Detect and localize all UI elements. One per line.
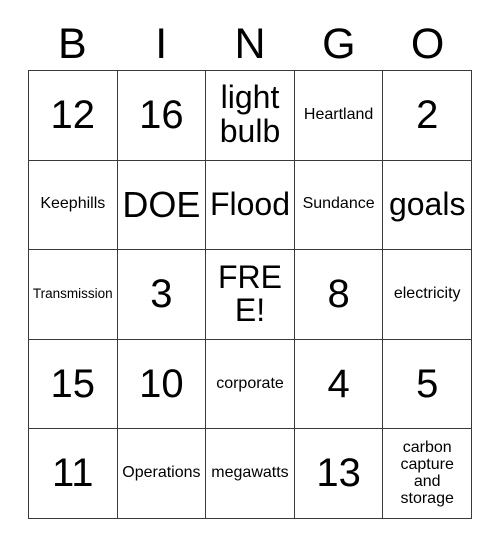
bingo-cell-b4[interactable]: 15	[29, 339, 118, 430]
bingo-cell-b2[interactable]: Keephills	[29, 160, 118, 251]
bingo-cell-o4[interactable]: 5	[383, 339, 472, 430]
bingo-cell-label: 4	[327, 361, 350, 406]
bingo-cell-label: 16	[139, 93, 184, 138]
bingo-header-letter-n: N	[234, 19, 266, 68]
bingo-cell-g2[interactable]: Sundance	[294, 160, 384, 251]
bingo-cell-o5[interactable]: carbon capture and storage	[383, 429, 472, 519]
bingo-free-space-label: FREE!	[217, 258, 282, 329]
bingo-grid: 12 16 light bulb Heartland 2 Keephills D…	[28, 70, 472, 519]
bingo-header-letter-g: G	[322, 19, 356, 68]
bingo-cell-b1[interactable]: 12	[29, 71, 118, 161]
bingo-cell-o1[interactable]: 2	[383, 71, 472, 161]
bingo-cell-label: goals	[388, 185, 466, 222]
bingo-cell-i3[interactable]: 3	[117, 250, 207, 340]
bingo-header-letter-i: I	[155, 19, 168, 68]
bingo-cell-g4[interactable]: 4	[294, 339, 384, 430]
bingo-cell-n5[interactable]: megawatts	[206, 429, 295, 519]
bingo-cell-i2[interactable]: DOE	[117, 160, 207, 251]
bingo-cell-label: Heartland	[303, 105, 374, 123]
bingo-header-letter-b: B	[58, 19, 87, 68]
bingo-cell-i1[interactable]: 16	[117, 71, 207, 161]
bingo-cell-free-space[interactable]: FREE!	[206, 250, 295, 340]
bingo-cell-label: DOE	[122, 183, 201, 225]
bingo-cell-b3[interactable]: Transmission	[29, 250, 118, 340]
bingo-cell-label: 8	[327, 272, 350, 317]
bingo-cell-label: Transmission	[32, 286, 113, 302]
bingo-cell-label: 15	[50, 361, 96, 406]
bingo-cell-label: 3	[150, 272, 173, 317]
bingo-cell-label: Flood	[209, 185, 291, 222]
bingo-cell-n4[interactable]: corporate	[206, 339, 295, 430]
bingo-header-letter-o: O	[410, 19, 445, 68]
bingo-cell-label: Operations	[122, 464, 201, 482]
bingo-cell-label: megawatts	[211, 464, 289, 482]
bingo-cell-i4[interactable]: 10	[117, 339, 207, 430]
bingo-header-row: B I N G O	[28, 18, 472, 70]
bingo-cell-label: Sundance	[302, 195, 375, 213]
bingo-cell-label: carbon capture and storage	[400, 438, 454, 507]
bingo-cell-label: 11	[52, 451, 94, 496]
bingo-cell-n2[interactable]: Flood	[206, 160, 295, 251]
bingo-cell-o2[interactable]: goals	[383, 160, 472, 251]
bingo-cell-o3[interactable]: electricity	[383, 250, 472, 340]
bingo-cell-i5[interactable]: Operations	[117, 429, 207, 519]
bingo-card: B I N G O 12 16 light bulb Heartland 2 K…	[0, 0, 500, 544]
bingo-cell-label: 12	[50, 93, 96, 138]
bingo-cell-label: Keephills	[40, 195, 106, 213]
bingo-cell-b5[interactable]: 11	[29, 429, 118, 519]
bingo-cell-label: light bulb	[219, 79, 281, 150]
bingo-cell-label: electricity	[393, 285, 461, 303]
bingo-cell-n1[interactable]: light bulb	[206, 71, 295, 161]
bingo-cell-label: corporate	[216, 374, 284, 392]
bingo-cell-g5[interactable]: 13	[294, 429, 384, 519]
bingo-cell-label: 10	[139, 361, 184, 406]
bingo-cell-label: 13	[316, 451, 361, 496]
bingo-cell-label: 5	[416, 361, 439, 406]
bingo-cell-g1[interactable]: Heartland	[294, 71, 384, 161]
bingo-cell-g3[interactable]: 8	[294, 250, 384, 340]
bingo-cell-label: 2	[416, 93, 439, 138]
